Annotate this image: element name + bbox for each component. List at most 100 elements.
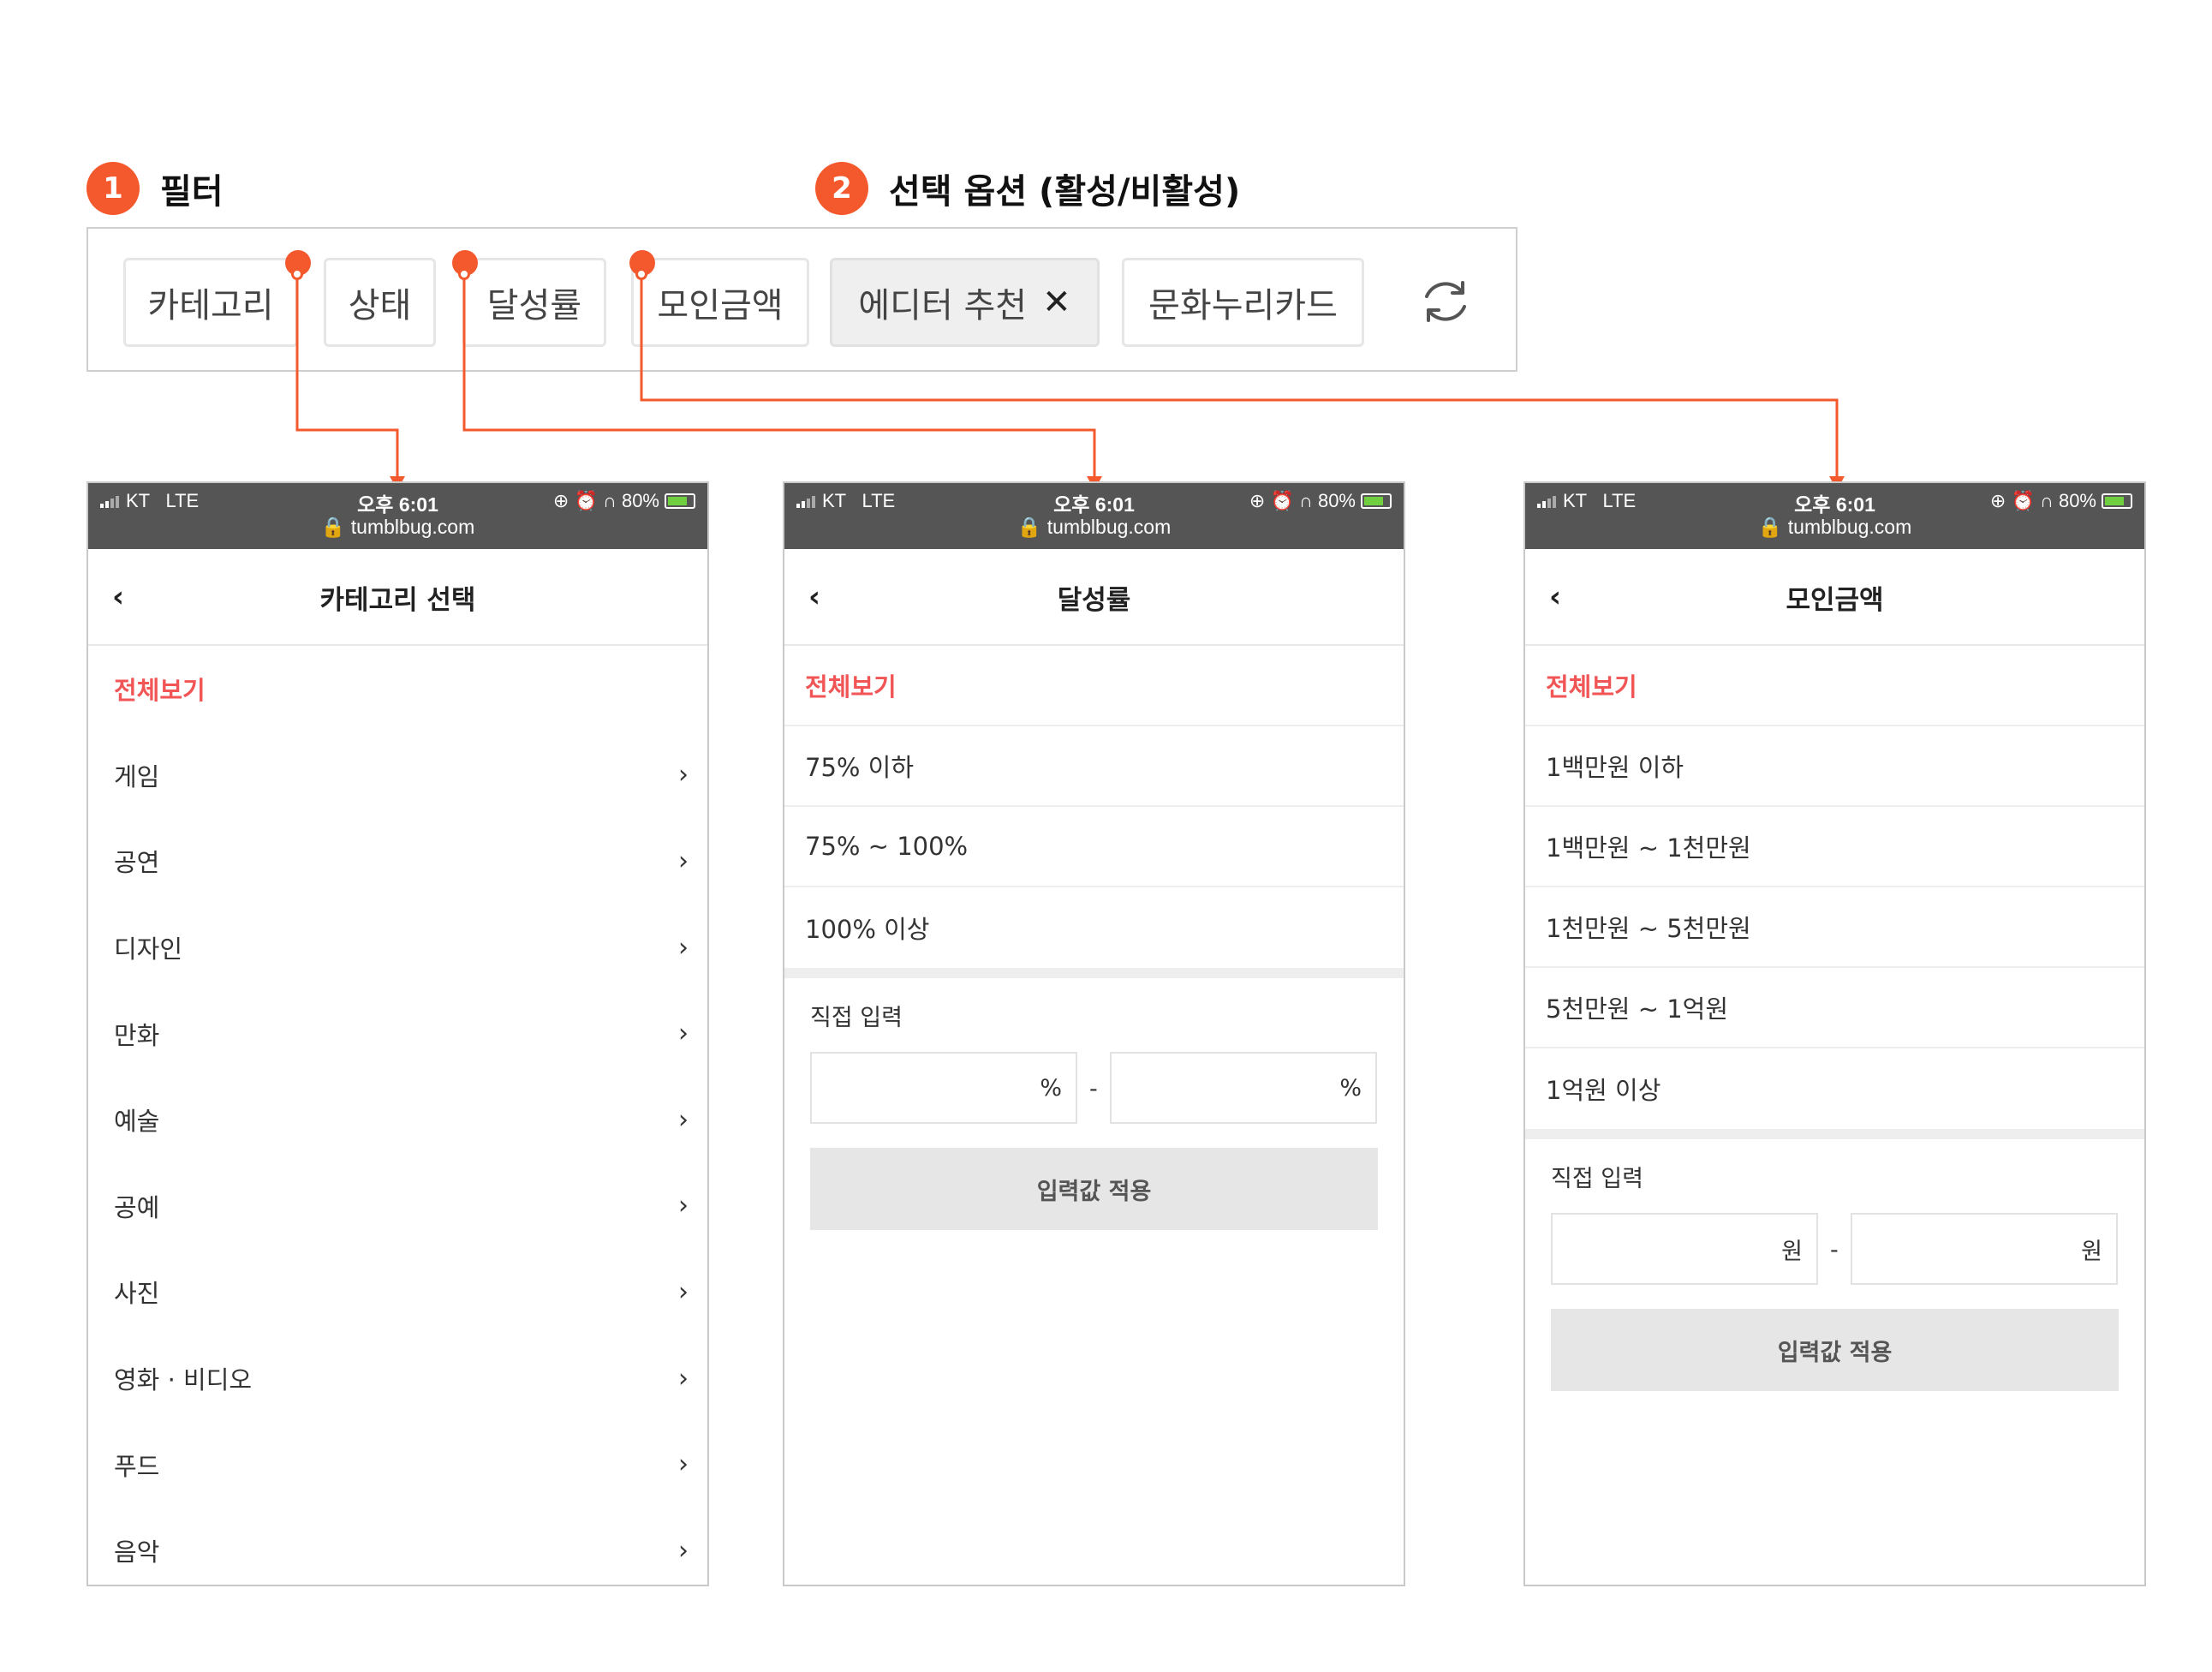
chevron-right-icon: ›: [678, 1191, 689, 1221]
battery-percent: 80%: [621, 490, 659, 511]
url-text: tumblbug.com: [350, 516, 475, 538]
list-item[interactable]: 만화 ›: [88, 990, 707, 1077]
list-item-label: 푸드: [114, 1451, 160, 1481]
url-bar[interactable]: 🔒 tumblbug.com: [88, 516, 707, 539]
list-item[interactable]: 푸드 ›: [88, 1421, 707, 1508]
option-label: 75% ~ 100%: [805, 832, 969, 861]
unit-label: %: [1339, 1074, 1362, 1102]
unit-label: 원: [1781, 1238, 1803, 1265]
list-item-label: 예술: [114, 1107, 160, 1137]
range-dash: -: [1830, 1237, 1839, 1263]
list-item[interactable]: 공연 ›: [88, 818, 707, 905]
chevron-right-icon: ›: [678, 845, 689, 876]
nav-header: ‹ 카테고리 선택: [88, 549, 707, 646]
rotation-lock-icon: ⊕: [1989, 490, 2006, 511]
status-right: ⊕ ⏰ ∩ 80%: [553, 490, 695, 512]
url-bar[interactable]: 🔒 tumblbug.com: [784, 516, 1404, 539]
url-bar[interactable]: 🔒 tumblbug.com: [1525, 516, 2144, 539]
option-all[interactable]: 전체보기: [1525, 646, 2144, 726]
connector-marker-dot: [458, 268, 470, 280]
list-item-label: 영화 · 비디오: [114, 1365, 253, 1395]
nav-header: ‹ 모인금액: [1525, 549, 2144, 646]
max-rate-input[interactable]: %: [1110, 1052, 1377, 1124]
alarm-icon: ⏰: [574, 490, 598, 511]
list-item-label: 음악: [114, 1538, 160, 1568]
chevron-right-icon: ›: [678, 1018, 689, 1049]
list-item-label: 디자인: [114, 935, 183, 964]
list-item-label: 공연: [114, 848, 160, 878]
chevron-right-icon: ›: [678, 760, 689, 791]
list-item-label: 전체보기: [114, 676, 206, 706]
battery-percent: 80%: [2058, 490, 2096, 511]
phone-category-select: KT LTE 오후 6:01 🔒 tumblbug.com ⊕ ⏰ ∩ 80% …: [86, 481, 709, 1586]
list-item[interactable]: 디자인 ›: [88, 905, 707, 991]
range-dash: -: [1089, 1076, 1098, 1102]
status-right: ⊕ ⏰ ∩ 80%: [1990, 490, 2132, 512]
list-item[interactable]: 공예 ›: [88, 1163, 707, 1250]
option-item[interactable]: 1억원 이상: [1525, 1048, 2144, 1129]
option-item[interactable]: 1백만원 ~ 1천만원: [1525, 807, 2144, 887]
chevron-right-icon: ›: [678, 1535, 689, 1566]
list-item[interactable]: 사진 ›: [88, 1249, 707, 1335]
direct-input-label: 직접 입력: [1551, 1165, 1643, 1192]
list-item-all[interactable]: 전체보기: [88, 646, 707, 732]
lock-icon: 🔒: [1757, 516, 1783, 538]
phone-amount-select: KT LTE 오후 6:01 🔒 tumblbug.com ⊕ ⏰ ∩ 80% …: [1523, 481, 2146, 1586]
page-title: 달성률: [1057, 585, 1131, 616]
option-label: 전체보기: [1546, 672, 1637, 702]
option-item[interactable]: 1백만원 이하: [1525, 726, 2144, 807]
chevron-right-icon: ›: [678, 1363, 689, 1394]
status-right: ⊕ ⏰ ∩ 80%: [1249, 490, 1392, 512]
option-label: 75% 이하: [805, 753, 915, 782]
headphones-icon: ∩: [2040, 490, 2054, 511]
option-item[interactable]: 75% 이하: [784, 726, 1404, 807]
rotation-lock-icon: ⊕: [1249, 490, 1266, 511]
url-text: tumblbug.com: [1046, 516, 1172, 538]
list-item[interactable]: 예술 ›: [88, 1077, 707, 1163]
max-amount-input[interactable]: 원: [1851, 1213, 2118, 1285]
list-item[interactable]: 게임 ›: [88, 732, 707, 819]
chevron-right-icon: ›: [678, 932, 689, 963]
min-amount-input[interactable]: 원: [1551, 1213, 1818, 1285]
option-label: 1천만원 ~ 5천만원: [1546, 914, 1751, 943]
headphones-icon: ∩: [1299, 490, 1313, 511]
option-item[interactable]: 1천만원 ~ 5천만원: [1525, 887, 2144, 968]
option-item[interactable]: 100% 이상: [784, 887, 1404, 968]
rotation-lock-icon: ⊕: [552, 490, 569, 511]
battery-icon: [2102, 493, 2132, 509]
unit-label: 원: [2081, 1238, 2102, 1265]
option-all[interactable]: 전체보기: [784, 646, 1404, 726]
list-item-label: 사진: [114, 1279, 160, 1309]
apply-button[interactable]: 입력값 적용: [810, 1148, 1378, 1230]
list-item-label: 만화: [114, 1020, 160, 1050]
option-label: 1백만원 이하: [1546, 753, 1684, 782]
page-title: 모인금액: [1786, 585, 1884, 616]
connector-marker-dot: [291, 268, 303, 280]
list-item[interactable]: 영화 · 비디오 ›: [88, 1335, 707, 1422]
apply-button[interactable]: 입력값 적용: [1551, 1309, 2119, 1391]
option-label: 전체보기: [805, 672, 897, 702]
connector-marker-dot: [635, 268, 647, 280]
min-rate-input[interactable]: %: [810, 1052, 1077, 1124]
option-label: 1억원 이상: [1546, 1076, 1661, 1105]
alarm-icon: ⏰: [1270, 490, 1294, 511]
option-label: 100% 이상: [805, 915, 930, 944]
range-inputs: % - %: [810, 1052, 1378, 1126]
battery-percent: 80%: [1317, 490, 1356, 511]
list-item[interactable]: 음악 ›: [88, 1508, 707, 1585]
option-item[interactable]: 5천만원 ~ 1억원: [1525, 968, 2144, 1048]
list-item-label: 게임: [114, 761, 160, 791]
phone-rate-select: KT LTE 오후 6:01 🔒 tumblbug.com ⊕ ⏰ ∩ 80% …: [783, 481, 1405, 1586]
nav-header: ‹ 달성률: [784, 549, 1404, 646]
list-item-label: 공예: [114, 1192, 160, 1222]
status-bar: KT LTE 오후 6:01 🔒 tumblbug.com ⊕ ⏰ ∩ 80%: [784, 483, 1404, 549]
url-text: tumblbug.com: [1787, 516, 1912, 538]
option-item[interactable]: 75% ~ 100%: [784, 807, 1404, 887]
page-title: 카테고리 선택: [319, 585, 476, 616]
section-divider: [784, 968, 1404, 978]
headphones-icon: ∩: [603, 490, 617, 511]
lock-icon: 🔒: [320, 516, 346, 538]
option-label: 1백만원 ~ 1천만원: [1546, 833, 1751, 863]
section-divider: [1525, 1129, 2144, 1139]
unit-label: %: [1040, 1074, 1062, 1102]
